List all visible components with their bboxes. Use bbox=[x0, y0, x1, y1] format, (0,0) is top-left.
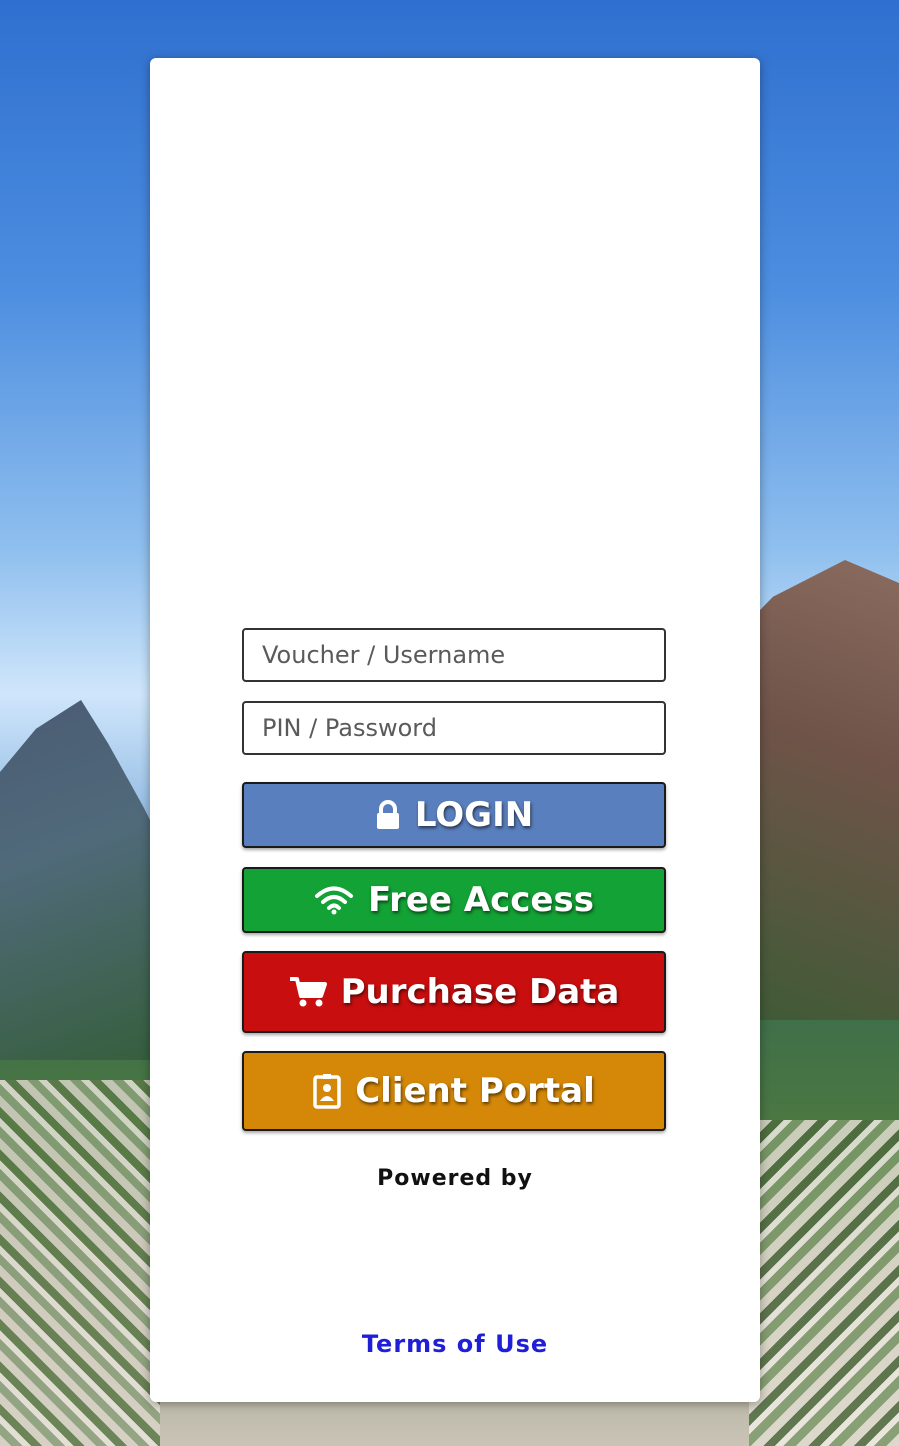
lock-icon bbox=[375, 800, 401, 830]
free-access-label: Free Access bbox=[368, 880, 594, 920]
login-button[interactable]: LOGIN bbox=[242, 782, 666, 848]
badge-icon bbox=[313, 1073, 341, 1109]
wifi-icon bbox=[314, 885, 354, 915]
powered-by-text: Powered by bbox=[377, 1166, 533, 1191]
client-portal-button[interactable]: Client Portal bbox=[242, 1051, 666, 1131]
cart-icon bbox=[289, 976, 327, 1008]
login-card: LOGIN Free Access Purchase Data bbox=[150, 58, 760, 1402]
password-input[interactable] bbox=[242, 701, 666, 755]
username-input[interactable] bbox=[242, 628, 666, 682]
town-right bbox=[749, 1120, 899, 1446]
client-portal-label: Client Portal bbox=[355, 1071, 595, 1111]
login-label: LOGIN bbox=[414, 795, 534, 835]
town-left bbox=[0, 1080, 160, 1446]
purchase-data-label: Purchase Data bbox=[340, 972, 620, 1012]
terms-of-use-link[interactable]: Terms of Use bbox=[150, 1330, 760, 1358]
purchase-data-button[interactable]: Purchase Data bbox=[242, 951, 666, 1033]
free-access-button[interactable]: Free Access bbox=[242, 867, 666, 933]
